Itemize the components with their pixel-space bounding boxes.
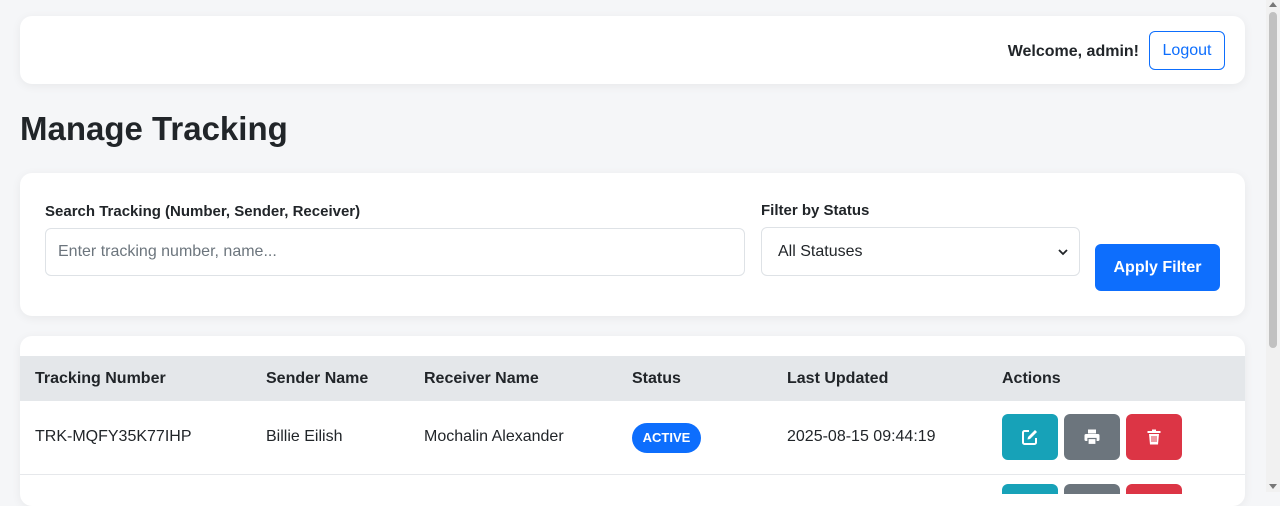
top-header-bar: Welcome, admin! Logout: [20, 16, 1245, 84]
status-filter-select[interactable]: All Statuses: [761, 227, 1080, 276]
edit-button[interactable]: [1002, 414, 1058, 460]
table-header: Tracking Number Sender Name Receiver Nam…: [20, 356, 1245, 401]
sender-name-cell: Billie Eilish: [266, 428, 343, 445]
trash-icon: [1147, 429, 1161, 445]
search-input[interactable]: [45, 228, 745, 276]
filter-panel: Search Tracking (Number, Sender, Receive…: [20, 173, 1245, 316]
receiver-name-cell: Mochalin Alexander: [424, 428, 564, 445]
scroll-thumb[interactable]: [1269, 12, 1277, 348]
column-header-last-updated: Last Updated: [787, 370, 889, 387]
delete-button[interactable]: [1126, 414, 1182, 460]
welcome-message: Welcome, admin!: [1007, 43, 1139, 60]
column-header-status: Status: [632, 370, 681, 387]
column-header-tracking-number: Tracking Number: [35, 370, 166, 387]
print-button[interactable]: [1064, 414, 1120, 460]
page-title: Manage Tracking: [20, 110, 288, 147]
scroll-down-arrow-icon[interactable]: [1269, 484, 1277, 489]
chevron-down-icon: [1058, 249, 1068, 256]
edit-icon: [1022, 430, 1037, 445]
table-row: TRK-MQFY35K77IHP Billie Eilish Mochalin …: [20, 402, 1245, 475]
column-header-actions: Actions: [1002, 370, 1061, 387]
apply-filter-button[interactable]: Apply Filter: [1095, 244, 1220, 291]
next-row-delete-button[interactable]: [1126, 484, 1182, 494]
status-filter-value: All Statuses: [778, 243, 863, 260]
next-row-edit-button[interactable]: [1002, 484, 1058, 494]
scroll-up-arrow-icon[interactable]: [1269, 2, 1277, 7]
column-header-receiver-name: Receiver Name: [424, 370, 539, 387]
last-updated-cell: 2025-08-15 09:44:19: [787, 428, 936, 445]
tracking-number-cell: TRK-MQFY35K77IHP: [35, 428, 192, 445]
next-row-print-button[interactable]: [1064, 484, 1120, 494]
logout-button[interactable]: Logout: [1149, 31, 1225, 70]
status-filter-label: Filter by Status: [761, 202, 870, 219]
tracking-table: Tracking Number Sender Name Receiver Nam…: [20, 336, 1245, 506]
status-badge: ACTIVE: [632, 423, 701, 453]
vertical-scrollbar[interactable]: [1266, 0, 1280, 492]
print-icon: [1084, 429, 1100, 446]
search-label: Search Tracking (Number, Sender, Receive…: [45, 203, 361, 220]
column-header-sender-name: Sender Name: [266, 370, 369, 387]
